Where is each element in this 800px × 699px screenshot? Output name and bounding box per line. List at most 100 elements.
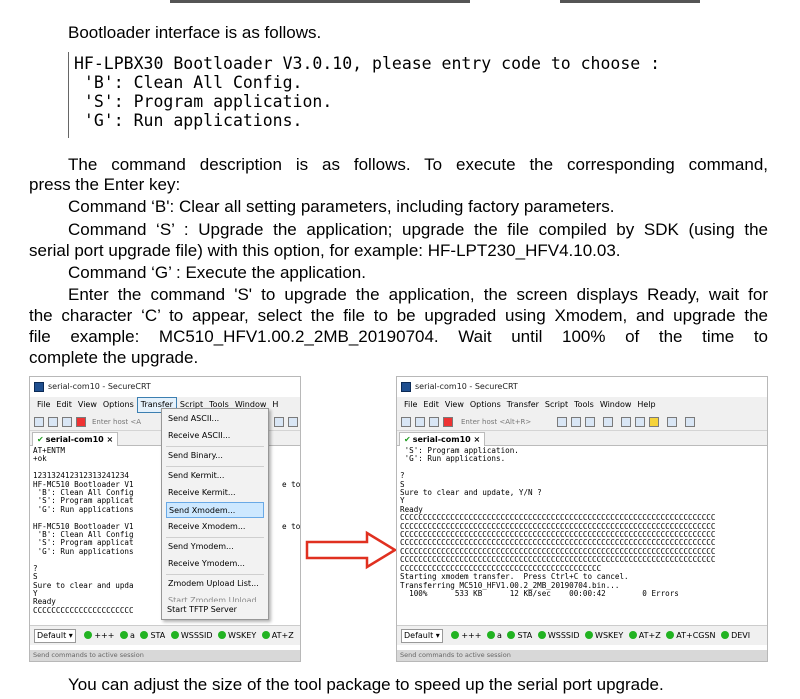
tab-serial-com10[interactable]: ✔ serial-com10 × <box>399 432 486 446</box>
menu-file[interactable]: File <box>34 397 53 413</box>
connect-icon[interactable] <box>34 417 44 427</box>
menu-tools[interactable]: Tools <box>571 397 597 413</box>
quick-connect-icon[interactable] <box>415 417 425 427</box>
menu-window[interactable]: Window <box>597 397 635 413</box>
menu-item-receive-ymodem[interactable]: Receive Ymodem... <box>166 556 264 572</box>
menu-item-send-ymodem[interactable]: Send Ymodem... <box>166 539 264 555</box>
upgrade-line3: file example: MC510_HFV1.00.2_2MB_201907… <box>29 327 768 346</box>
menu-edit[interactable]: Edit <box>53 397 75 413</box>
top-border-line <box>170 0 700 3</box>
command-s-line2: serial port upgrade file) with this opti… <box>29 241 621 260</box>
host-input[interactable]: Enter host <Alt+R> <box>459 416 549 428</box>
code-line: 'B': Clean All Config. <box>74 73 303 92</box>
settings-icon[interactable] <box>288 417 298 427</box>
copy-icon[interactable] <box>557 417 567 427</box>
menu-item-zmodem-upload-list[interactable]: Zmodem Upload List... <box>166 576 264 592</box>
menu-view[interactable]: View <box>75 397 100 413</box>
menu-help[interactable]: Help <box>634 397 658 413</box>
upgrade-line2: the character ‘C’ to appear, select the … <box>29 306 768 325</box>
bootloader-code-block: HF-LPBX30 Bootloader V3.0.10, please ent… <box>68 52 708 138</box>
global-options-icon[interactable] <box>635 417 645 427</box>
paste-icon[interactable] <box>571 417 581 427</box>
button-atz[interactable]: AT+Z <box>272 631 294 640</box>
button-a[interactable]: a <box>130 631 135 640</box>
menu-item-receive-ascii[interactable]: Receive ASCII... <box>166 428 264 444</box>
status-led-icon <box>537 631 546 639</box>
status-led-icon <box>666 631 675 639</box>
menu-script[interactable]: Script <box>542 397 571 413</box>
status-led-icon <box>218 631 227 639</box>
menu-help[interactable]: H <box>269 397 281 413</box>
session-select[interactable]: Default ▾ <box>401 629 443 643</box>
keymap-icon[interactable] <box>649 417 659 427</box>
tab-close-icon[interactable]: × <box>107 435 114 444</box>
tab-close-icon[interactable]: × <box>474 435 481 444</box>
status-led-icon <box>120 631 128 639</box>
button-plus[interactable]: +++ <box>94 631 114 640</box>
transfer-dropdown-menu: Send ASCII... Receive ASCII... Send Bina… <box>161 408 269 620</box>
button-bar: Default ▾ +++ a STA WSSSID WSKEY AT+Z <box>30 625 300 645</box>
status-led-icon <box>261 631 270 639</box>
button-devi[interactable]: DEVI <box>731 631 750 640</box>
menu-options[interactable]: Options <box>467 397 504 413</box>
terminal-output[interactable]: 'S': Program application. 'G': Run appli… <box>397 447 767 623</box>
button-wsssid[interactable]: WSSSID <box>548 631 580 640</box>
status-led-icon <box>585 631 594 639</box>
menu-item-send-binary[interactable]: Send Binary... <box>166 448 264 464</box>
status-led-icon <box>507 631 516 639</box>
button-atz[interactable]: AT+Z <box>639 631 661 640</box>
menu-file[interactable]: File <box>401 397 420 413</box>
command-description-line2: press the Enter key: <box>29 175 181 194</box>
terminal-cutoff-text: e to c <box>282 523 300 533</box>
button-plus[interactable]: +++ <box>461 631 481 640</box>
title-bar: serial-com10 - SecureCRT <box>30 377 300 397</box>
upgrade-line4: complete the upgrade. <box>29 348 199 367</box>
status-led-icon <box>628 631 637 639</box>
toolbar: Enter host <Alt+R> <box>397 413 767 431</box>
sftp-icon[interactable] <box>685 417 695 427</box>
status-led-icon <box>140 631 149 639</box>
options-icon[interactable] <box>274 417 284 427</box>
menu-view[interactable]: View <box>442 397 467 413</box>
menu-item-receive-kermit[interactable]: Receive Kermit... <box>166 485 264 501</box>
menu-bar: File Edit View Options Transfer Script Tools Wi… <box>397 397 767 413</box>
button-atcgsn[interactable]: AT+CGSN <box>676 631 715 640</box>
reconnect-icon[interactable] <box>62 417 72 427</box>
button-wskey[interactable]: WSKEY <box>595 631 623 640</box>
menu-separator <box>166 574 264 575</box>
menu-transfer[interactable]: Transfer <box>504 397 542 413</box>
menu-item-receive-xmodem[interactable]: Receive Xmodem... <box>166 519 264 535</box>
menu-item-send-xmodem[interactable]: Send Xmodem... <box>166 502 264 518</box>
menu-item-send-ascii[interactable]: Send ASCII... <box>166 411 264 427</box>
right-securecrt-window: serial-com10 - SecureCRT File Edit View Opt… <box>396 376 768 662</box>
right-arrow-icon <box>305 530 397 570</box>
tab-serial-com10[interactable]: ✔ serial-com10 × <box>32 432 119 446</box>
button-sta[interactable]: STA <box>150 631 165 640</box>
connect-icon[interactable] <box>401 417 411 427</box>
disconnect-icon[interactable] <box>443 417 453 427</box>
app-icon <box>401 382 411 392</box>
button-wsssid[interactable]: WSSSID <box>181 631 213 640</box>
disconnect-icon[interactable] <box>76 417 86 427</box>
connected-check-icon: ✔ <box>37 435 44 444</box>
quick-connect-icon[interactable] <box>48 417 58 427</box>
menu-options[interactable]: Options <box>100 397 137 413</box>
menu-edit[interactable]: Edit <box>420 397 442 413</box>
menu-item-send-kermit[interactable]: Send Kermit... <box>166 468 264 484</box>
button-sta[interactable]: STA <box>517 631 532 640</box>
intro-text: Bootloader interface is as follows. <box>68 23 322 42</box>
menu-item-start-tftp-server[interactable]: Start TFTP Server <box>165 602 265 618</box>
status-bar: Send commands to active session <box>397 650 767 661</box>
help-icon[interactable] <box>667 417 677 427</box>
code-line: 'G': Run applications. <box>74 111 303 130</box>
status-led-icon <box>451 631 460 639</box>
reconnect-icon[interactable] <box>429 417 439 427</box>
session-options-icon[interactable] <box>621 417 631 427</box>
button-a[interactable]: a <box>497 631 502 640</box>
menu-separator <box>166 466 264 467</box>
find-icon[interactable] <box>585 417 595 427</box>
session-select[interactable]: Default ▾ <box>34 629 76 643</box>
print-icon[interactable] <box>603 417 613 427</box>
host-input[interactable]: Enter host <A <box>90 416 150 428</box>
button-wskey[interactable]: WSKEY <box>228 631 256 640</box>
